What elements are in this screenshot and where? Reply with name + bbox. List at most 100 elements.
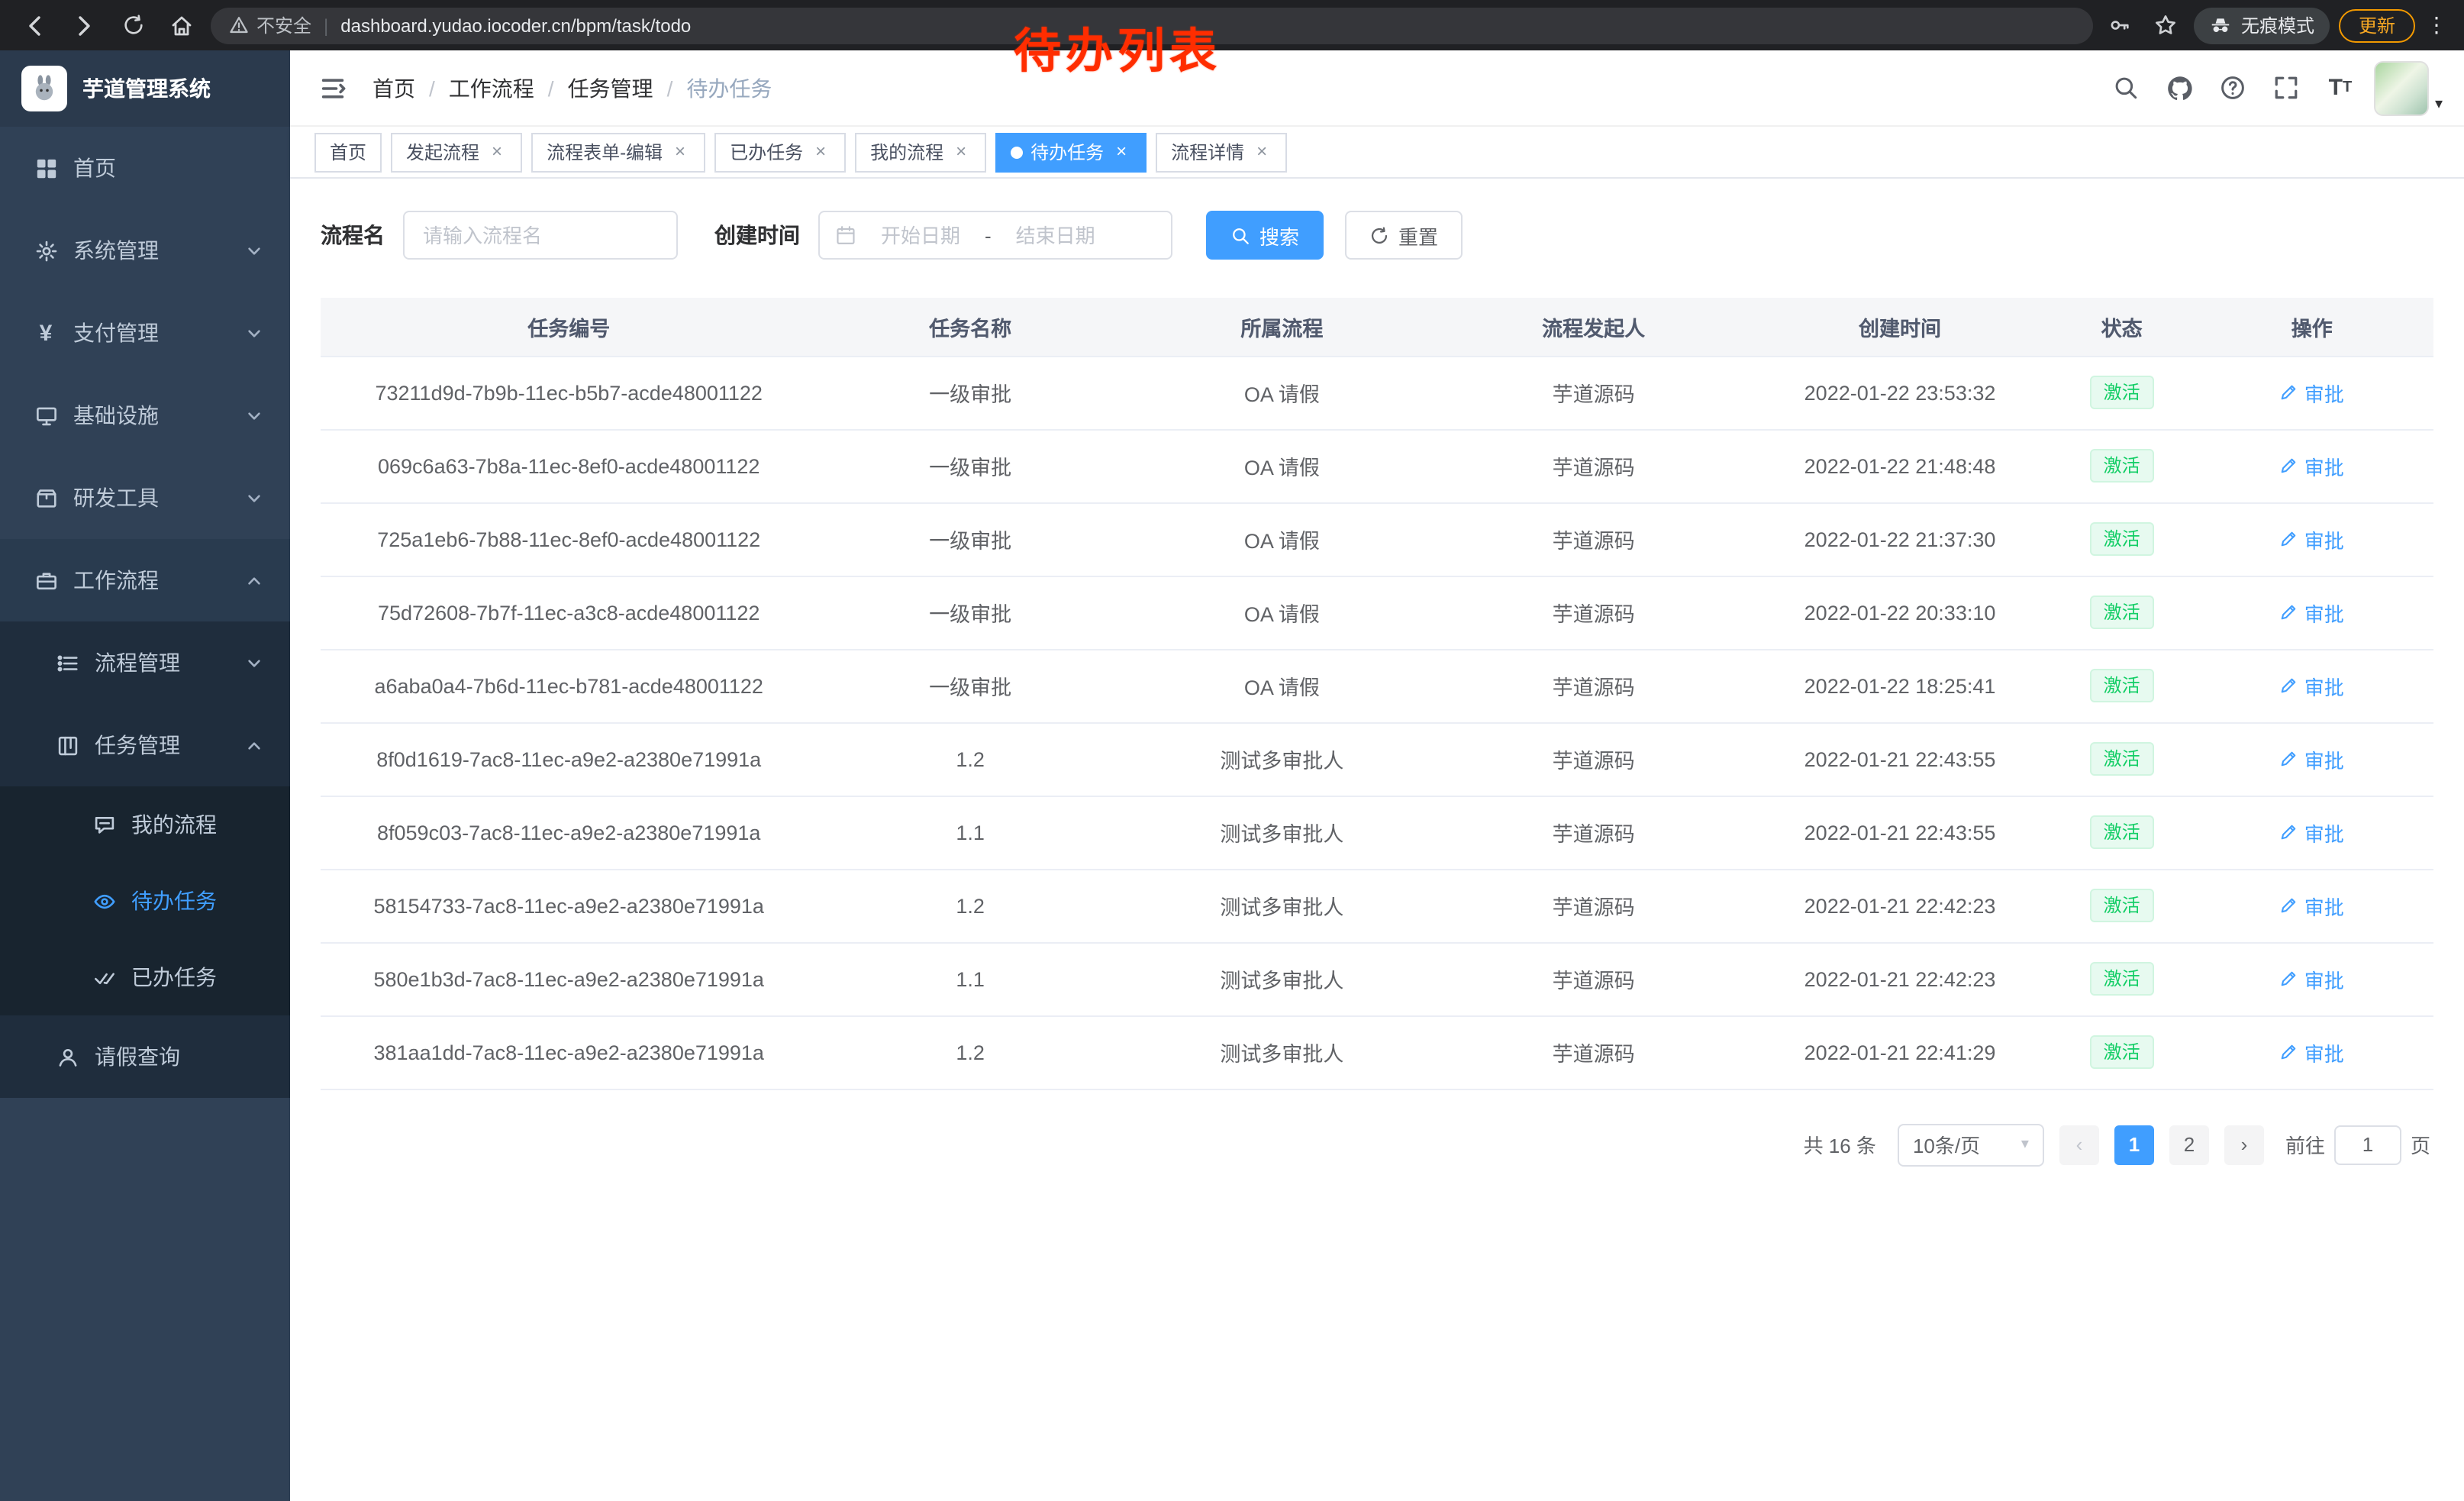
sidebar-item-process-management[interactable]: 流程管理 (0, 621, 290, 704)
page-button-1[interactable]: 1 (2114, 1125, 2154, 1164)
active-dot (1011, 146, 1023, 158)
app-title: 芋道管理系统 (82, 73, 211, 104)
tab-todo-tasks[interactable]: 待办任务× (995, 132, 1147, 172)
process-name-input[interactable] (403, 211, 678, 260)
sidebar-item-home[interactable]: 首页 (0, 127, 290, 209)
approve-link[interactable]: 审批 (2280, 451, 2344, 480)
close-icon[interactable]: × (811, 142, 830, 162)
approve-link[interactable]: 审批 (2280, 818, 2344, 847)
cell-process: OA 请假 (1124, 576, 1440, 649)
forward-icon[interactable] (64, 5, 104, 45)
close-icon[interactable]: × (487, 142, 507, 162)
security-warning[interactable]: 不安全 (229, 12, 311, 38)
sidebar-item-devtools[interactable]: 研发工具 (0, 457, 290, 539)
approve-link[interactable]: 审批 (2280, 1038, 2344, 1067)
cell-status: 激活 (2053, 356, 2191, 429)
help-icon[interactable] (2214, 68, 2253, 108)
main-content: 流程名 创建时间 - 搜索 重置 (290, 179, 2464, 1501)
tab-my-process[interactable]: 我的流程× (855, 132, 986, 172)
update-button[interactable]: 更新 (2339, 8, 2415, 42)
prev-page-button[interactable]: ‹ (2059, 1125, 2099, 1164)
sidebar-item-todo-tasks[interactable]: 待办任务 (0, 863, 290, 939)
table-row: 73211d9d-7b9b-11ec-b5b7-acde48001122 一级审… (321, 356, 2433, 429)
start-date-input[interactable] (866, 224, 976, 247)
tab-start-process[interactable]: 发起流程× (391, 132, 522, 172)
approve-link[interactable]: 审批 (2280, 744, 2344, 773)
chevron-down-icon (246, 242, 263, 259)
browser-menu-icon[interactable]: ⋮ (2424, 12, 2449, 38)
cell-created: 2022-01-22 18:25:41 (1746, 649, 2053, 722)
sidebar-item-my-process[interactable]: 我的流程 (0, 786, 290, 863)
cell-process: OA 请假 (1124, 429, 1440, 502)
table-row: 580e1b3d-7ac8-11ec-a9e2-a2380e71991a 1.1… (321, 942, 2433, 1015)
next-page-button[interactable]: › (2224, 1125, 2264, 1164)
github-icon[interactable] (2160, 68, 2200, 108)
sidebar-item-label: 待办任务 (131, 886, 217, 916)
sidebar-item-infrastructure[interactable]: 基础设施 (0, 374, 290, 457)
tab-form-edit[interactable]: 流程表单-编辑× (531, 132, 705, 172)
approve-link[interactable]: 审批 (2280, 671, 2344, 700)
cell-actions: 审批 (2191, 502, 2433, 576)
back-icon[interactable] (15, 5, 55, 45)
breadcrumb-home[interactable]: 首页 (373, 73, 415, 103)
approve-link[interactable]: 审批 (2280, 378, 2344, 407)
sidebar-item-leave-query[interactable]: 请假查询 (0, 1015, 290, 1098)
approve-link[interactable]: 审批 (2280, 598, 2344, 627)
sidebar-item-payment[interactable]: ¥ 支付管理 (0, 292, 290, 374)
cell-created: 2022-01-21 22:43:55 (1746, 722, 2053, 796)
close-icon[interactable]: × (1111, 142, 1131, 162)
edit-icon (2280, 750, 2298, 768)
refresh-icon[interactable] (113, 5, 153, 45)
sidebar-toggle-icon[interactable] (311, 66, 354, 109)
sidebar-item-system[interactable]: 系统管理 (0, 209, 290, 292)
col-process: 所属流程 (1124, 298, 1440, 356)
sidebar-item-workflow[interactable]: 工作流程 (0, 539, 290, 621)
status-badge: 激活 (2090, 376, 2154, 409)
sidebar-item-done-tasks[interactable]: 已办任务 (0, 939, 290, 1015)
cell-process: 测试多审批人 (1124, 869, 1440, 942)
home-icon[interactable] (162, 5, 202, 45)
bookmark-star-icon[interactable] (2148, 7, 2185, 44)
approve-link-label: 审批 (2304, 1038, 2344, 1067)
cell-task-id: 8f059c03-7ac8-11ec-a9e2-a2380e71991a (321, 796, 817, 869)
reset-button[interactable]: 重置 (1345, 211, 1463, 260)
create-time-label: 创建时间 (714, 220, 800, 250)
approve-link[interactable]: 审批 (2280, 525, 2344, 554)
approve-link[interactable]: 审批 (2280, 891, 2344, 920)
chevron-up-icon (246, 737, 263, 754)
tab-done-tasks[interactable]: 已办任务× (714, 132, 846, 172)
close-icon[interactable]: × (670, 142, 690, 162)
sidebar-item-task-management[interactable]: 任务管理 (0, 704, 290, 786)
breadcrumb-task-management[interactable]: 任务管理 (568, 73, 653, 103)
filter-bar: 流程名 创建时间 - 搜索 重置 (321, 211, 2433, 260)
sidebar-item-label: 支付管理 (73, 318, 159, 348)
edit-icon (2280, 603, 2298, 621)
cell-task-name: 一级审批 (817, 356, 1123, 429)
page-size-select[interactable]: 10条/页 ▾ (1898, 1123, 2044, 1166)
cell-created: 2022-01-22 21:48:48 (1746, 429, 2053, 502)
sidebar: 芋道管理系统 首页 系统管理 ¥ 支付管理 基础设施 研发工具 工作 (0, 50, 290, 1501)
tab-home[interactable]: 首页 (314, 132, 382, 172)
cell-process: 测试多审批人 (1124, 942, 1440, 1015)
chat-person-icon (92, 812, 116, 837)
breadcrumb-separator: / (548, 76, 554, 100)
user-menu[interactable]: ▾ (2374, 60, 2443, 115)
end-date-input[interactable] (1001, 224, 1111, 247)
approve-link[interactable]: 审批 (2280, 964, 2344, 993)
key-icon[interactable] (2102, 7, 2139, 44)
close-icon[interactable]: × (951, 142, 971, 162)
search-button[interactable]: 搜索 (1206, 211, 1324, 260)
breadcrumb-workflow[interactable]: 工作流程 (449, 73, 534, 103)
search-icon[interactable] (2107, 68, 2146, 108)
date-range-picker[interactable]: - (818, 211, 1172, 260)
close-icon[interactable]: × (1252, 142, 1272, 162)
fullscreen-icon[interactable] (2267, 68, 2307, 108)
cell-process: OA 请假 (1124, 502, 1440, 576)
goto-page-input[interactable] (2334, 1125, 2401, 1164)
font-size-icon[interactable]: TT (2320, 68, 2360, 108)
page-button-2[interactable]: 2 (2169, 1125, 2209, 1164)
pagination: 共 16 条 10条/页 ▾ ‹ 1 2 › 前往 页 (324, 1123, 2430, 1166)
col-task-name: 任务名称 (817, 298, 1123, 356)
sidebar-logo[interactable]: 芋道管理系统 (0, 50, 290, 127)
tab-process-detail[interactable]: 流程详情× (1156, 132, 1287, 172)
